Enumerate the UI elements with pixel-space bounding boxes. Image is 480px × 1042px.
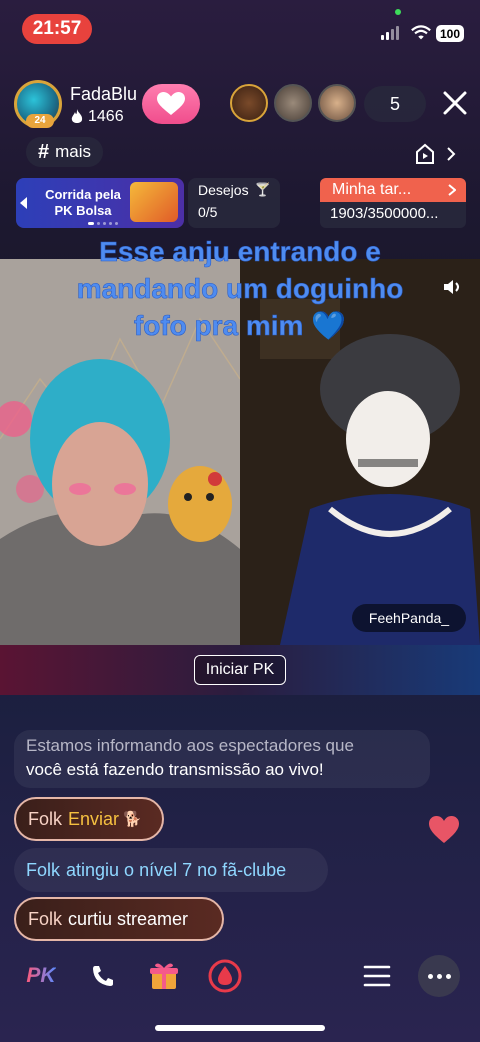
my-task-widget[interactable]: Minha tar... 1903/3500000... [320, 178, 466, 228]
wifi-icon [411, 25, 431, 40]
host-level-badge: 24 [26, 114, 54, 128]
chevron-right-icon [448, 184, 456, 196]
task-progress: 1903/3500000... [330, 205, 439, 222]
flame-icon [71, 109, 83, 123]
home-indicator[interactable] [155, 1025, 325, 1031]
chat-message[interactable]: Folk curtiu streamer [14, 897, 224, 941]
heart-icon [157, 92, 185, 115]
energy-button[interactable] [204, 955, 246, 997]
privacy-indicator [395, 9, 401, 15]
volume-icon[interactable] [442, 277, 462, 297]
room-home-button[interactable] [414, 139, 470, 169]
call-button[interactable] [82, 955, 124, 997]
menu-icon [363, 965, 391, 987]
system-message: Estamos informando aos espectadores que … [14, 730, 430, 788]
menu-button[interactable] [356, 955, 398, 997]
chat-message[interactable]: Folk Enviar 🐕 [14, 797, 164, 841]
pk-bolsa-title: Corrida pela PK Bolsa [38, 187, 128, 219]
phone-icon [93, 966, 113, 986]
chat-username: Folk [28, 908, 63, 929]
pk-bolsa-banner[interactable]: Corrida pela PK Bolsa [16, 178, 184, 228]
signal-icon [381, 26, 399, 40]
host-likes: 1466 [70, 108, 124, 126]
pk-bolsa-line1: Corrida pela [45, 187, 121, 202]
banner-pager [88, 222, 118, 225]
drop-icon [208, 959, 242, 993]
status-time: 21:57 [22, 14, 92, 44]
pk-label: PK [26, 964, 56, 987]
gift-icon [150, 963, 178, 989]
system-message-line2: você está fazendo transmissão ao vivo! [26, 760, 324, 779]
chat-text: atingiu o nível 7 no fã-clube [66, 859, 287, 880]
hashtag-more[interactable]: # mais [26, 137, 104, 167]
chat-text: curtiu streamer [68, 908, 189, 929]
stream-caption: Esse anju entrando e mandando um doguinh… [76, 236, 404, 342]
dot [427, 973, 433, 979]
floating-heart-icon [429, 816, 459, 843]
chevron-left-icon [20, 197, 27, 209]
wishlist-label: Desejos [198, 182, 249, 198]
cocktail-icon: 🍸 [254, 182, 271, 197]
more-button[interactable] [418, 955, 460, 997]
gift-button[interactable] [143, 955, 185, 997]
viewer-avatar-2[interactable] [274, 84, 312, 122]
opponent-name-tag[interactable]: FeehPanda_ [352, 604, 466, 632]
pk-button[interactable]: PK [20, 955, 62, 997]
home-icon [416, 143, 434, 164]
pk-bolsa-image [130, 182, 178, 222]
close-icon[interactable] [442, 90, 468, 116]
chevron-right-icon [447, 147, 456, 161]
task-title: Minha tar... [332, 181, 412, 198]
wishlist-progress: 0/5 [198, 204, 218, 220]
hashtag-icon: # [38, 140, 50, 163]
gift-emoji-icon: 🐕 [123, 811, 142, 828]
chat-username: Folk [26, 859, 61, 880]
chat-username: Folk [28, 808, 63, 829]
hashtag-label: mais [55, 142, 92, 161]
task-title-bar: Minha tar... [320, 178, 466, 202]
viewer-count[interactable]: 5 [364, 86, 426, 122]
battery-indicator: 100 [436, 25, 464, 42]
chat-message[interactable]: Folk atingiu o nível 7 no fã-clube [14, 848, 328, 892]
pk-bolsa-line2: PK Bolsa [54, 203, 112, 218]
chat-text: Enviar [68, 808, 120, 829]
dot [436, 973, 442, 979]
follow-button[interactable] [142, 84, 200, 124]
viewer-avatar-3[interactable] [318, 84, 356, 122]
dot [445, 973, 451, 979]
host-likes-count: 1466 [88, 108, 124, 125]
viewer-avatar-1[interactable] [230, 84, 268, 122]
wishlist-widget[interactable]: Desejos 🍸 0/5 [188, 178, 280, 228]
system-message-line1: Estamos informando aos espectadores que [26, 736, 354, 755]
host-name: FadaBlu [70, 84, 138, 104]
start-pk-button[interactable]: Iniciar PK [194, 655, 286, 685]
